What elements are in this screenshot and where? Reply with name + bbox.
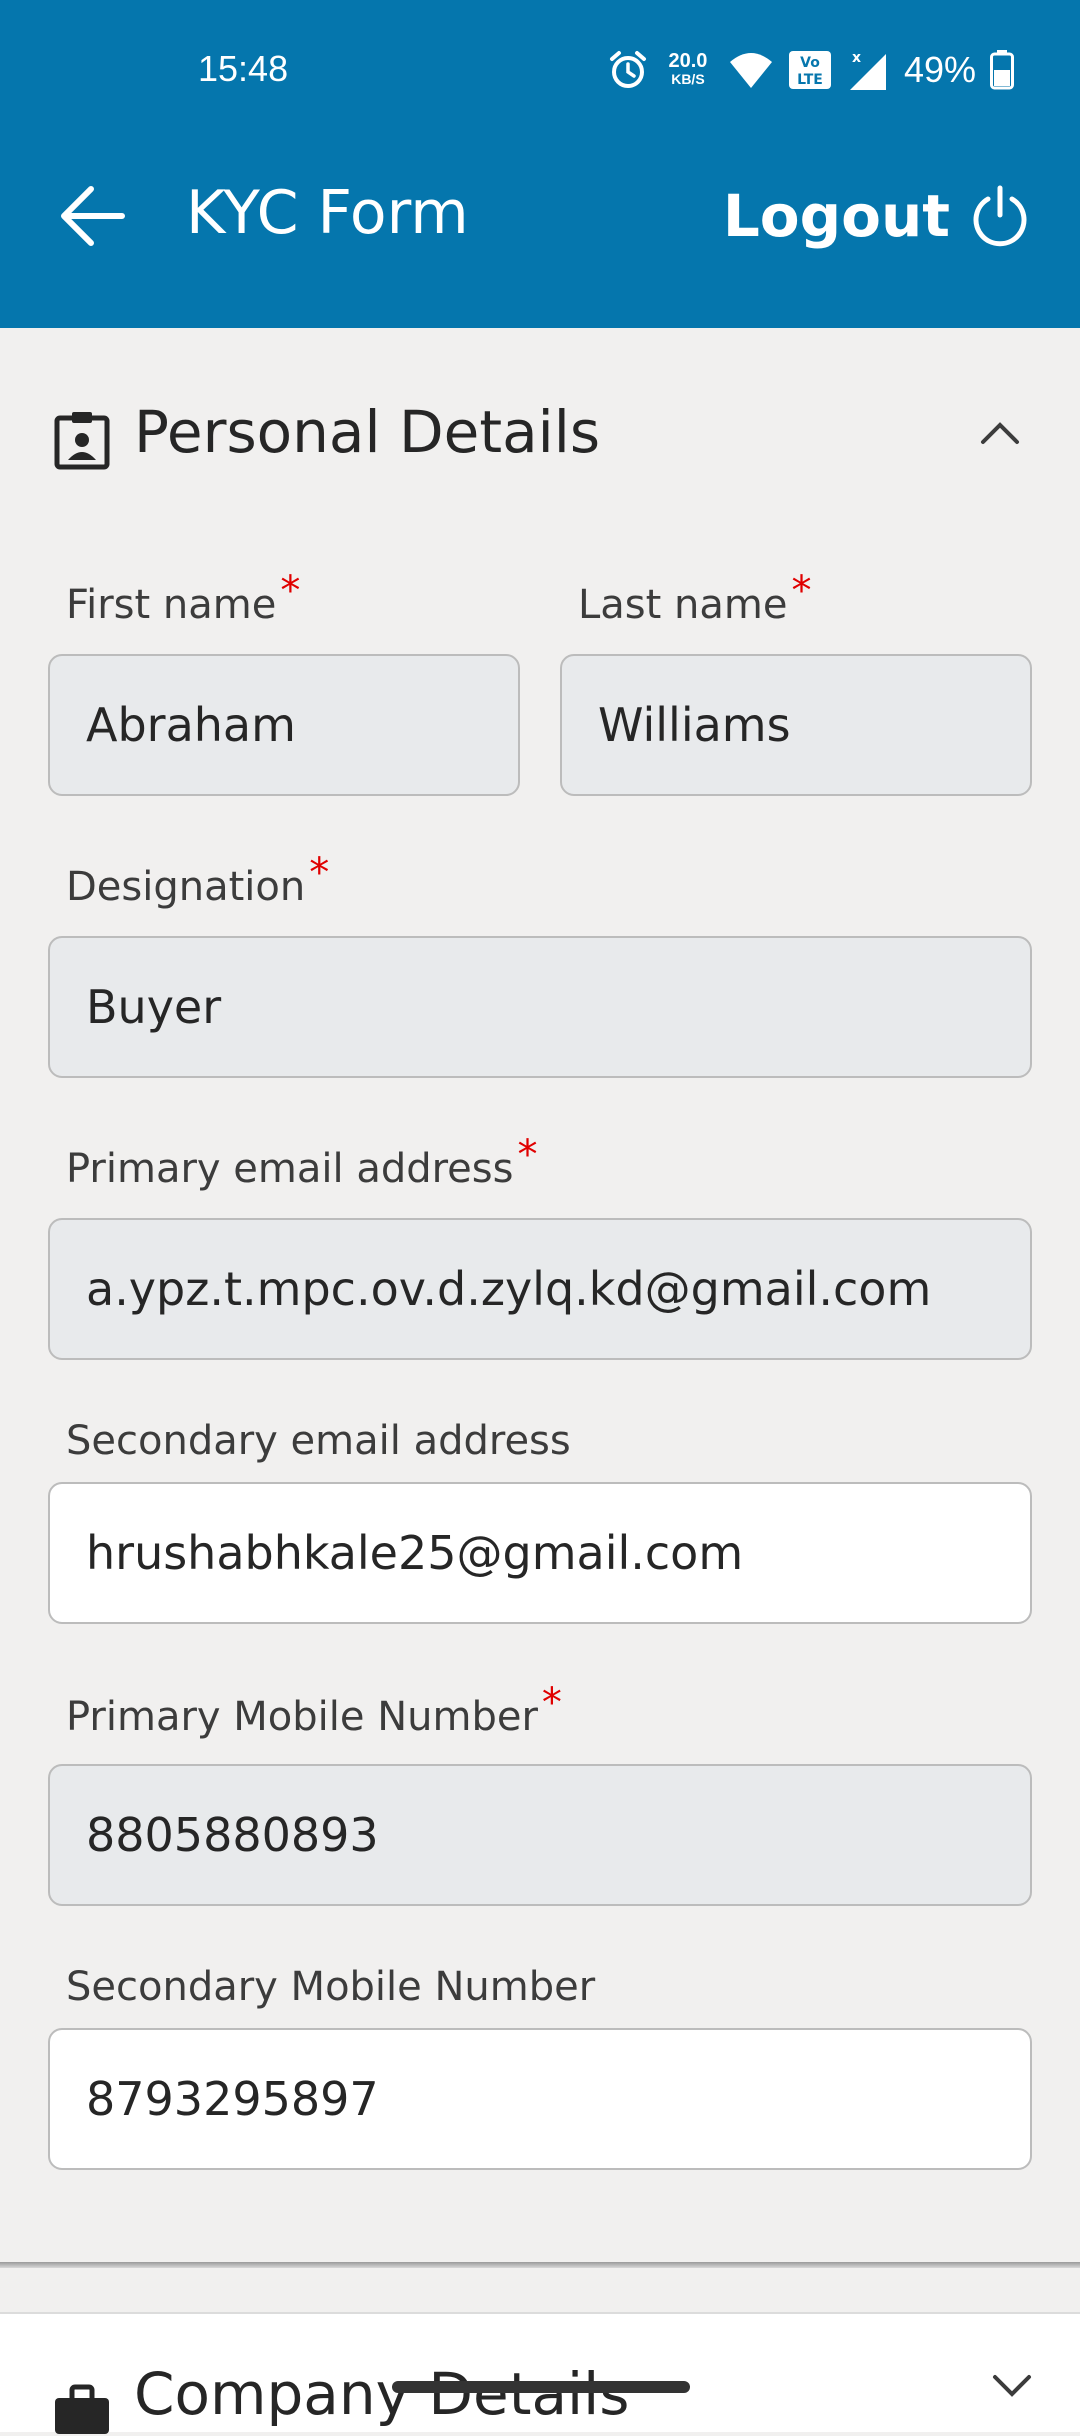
battery-percent: 49% bbox=[903, 49, 976, 90]
secondary-mobile-field[interactable]: 8793295897 bbox=[48, 2028, 1032, 2170]
last-name-label-text: Last name bbox=[578, 582, 788, 628]
first-name-label-text: First name bbox=[66, 582, 277, 628]
secondary-email-field[interactable]: hrushabhkale25@gmail.com bbox=[48, 1482, 1032, 1624]
required-mark: * bbox=[309, 850, 330, 896]
primary-email-label: Primary email address * bbox=[66, 1132, 537, 1192]
primary-email-field[interactable]: a.ypz.t.mpc.ov.d.zylq.kd@gmail.com bbox=[48, 1218, 1032, 1360]
secondary-mobile-value: 8793295897 bbox=[86, 2072, 379, 2126]
section-divider bbox=[0, 2262, 1080, 2268]
arrow-left-icon bbox=[61, 186, 125, 246]
first-name-field[interactable]: Abraham bbox=[48, 654, 520, 796]
alarm-icon bbox=[609, 51, 646, 88]
svg-text:Vo: Vo bbox=[800, 55, 820, 71]
first-name-label: First name * bbox=[66, 568, 300, 628]
secondary-mobile-label-text: Secondary Mobile Number bbox=[66, 1964, 596, 2010]
toolbar: KYC Form Logout bbox=[0, 150, 1080, 280]
primary-mobile-label: Primary Mobile Number * bbox=[66, 1680, 562, 1740]
section-title: Personal Details bbox=[134, 398, 601, 466]
company-details-header[interactable]: Company Details bbox=[0, 2312, 1080, 2434]
last-name-value: Williams bbox=[598, 698, 791, 752]
primary-email-value: a.ypz.t.mpc.ov.d.zylq.kd@gmail.com bbox=[86, 1262, 932, 1316]
id-badge-icon bbox=[54, 412, 110, 470]
logout-button[interactable]: Logout bbox=[723, 174, 1028, 258]
primary-mobile-field[interactable]: 8805880893 bbox=[48, 1764, 1032, 1906]
back-button[interactable] bbox=[50, 174, 134, 258]
briefcase-icon bbox=[55, 2384, 109, 2434]
power-icon bbox=[973, 185, 1027, 247]
collapse-button[interactable] bbox=[968, 400, 1032, 464]
last-name-field[interactable]: Williams bbox=[560, 654, 1032, 796]
chevron-down-icon[interactable] bbox=[992, 2374, 1032, 2400]
primary-mobile-label-text: Primary Mobile Number bbox=[66, 1694, 538, 1740]
personal-details-header[interactable]: Personal Details bbox=[0, 378, 1080, 498]
net-speed-unit: KB/S bbox=[671, 71, 705, 87]
svg-text:LTE: LTE bbox=[797, 72, 823, 88]
primary-mobile-value: 8805880893 bbox=[86, 1808, 379, 1862]
designation-label: Designation * bbox=[66, 850, 329, 910]
wifi-icon bbox=[729, 53, 772, 88]
net-speed: 20.0 KB/S bbox=[662, 50, 714, 88]
app-bar: 15:48 20.0 KB/S Vo LTE x 49% KYC Form Lo… bbox=[0, 0, 1080, 328]
designation-label-text: Designation bbox=[66, 864, 306, 910]
net-speed-value: 20.0 bbox=[668, 50, 708, 72]
required-mark: * bbox=[517, 1132, 538, 1178]
signal-icon: x bbox=[849, 50, 886, 90]
svg-text:x: x bbox=[852, 50, 861, 66]
secondary-email-label: Secondary email address bbox=[66, 1418, 571, 1464]
chevron-up-icon bbox=[981, 422, 1019, 444]
company-section-title: Company Details bbox=[134, 2360, 630, 2428]
status-time: 15:48 bbox=[198, 48, 289, 89]
page-title: KYC Form bbox=[186, 178, 469, 248]
designation-value: Buyer bbox=[86, 980, 222, 1034]
first-name-value: Abraham bbox=[86, 698, 296, 752]
last-name-label: Last name * bbox=[578, 568, 811, 628]
status-icons: 20.0 KB/S Vo LTE x 49% bbox=[608, 46, 1014, 94]
primary-email-label-text: Primary email address bbox=[66, 1146, 514, 1192]
secondary-email-label-text: Secondary email address bbox=[66, 1418, 571, 1464]
required-mark: * bbox=[280, 568, 301, 614]
battery-icon bbox=[990, 50, 1014, 90]
logout-label: Logout bbox=[722, 182, 950, 250]
secondary-email-value: hrushabhkale25@gmail.com bbox=[86, 1526, 744, 1580]
secondary-mobile-label: Secondary Mobile Number bbox=[66, 1964, 595, 2010]
required-mark: * bbox=[791, 568, 812, 614]
designation-field[interactable]: Buyer bbox=[48, 936, 1032, 1078]
required-mark: * bbox=[541, 1680, 562, 1726]
volte-icon: Vo LTE bbox=[788, 51, 831, 89]
home-indicator[interactable] bbox=[392, 2381, 690, 2393]
status-bar: 15:48 20.0 KB/S Vo LTE x 49% bbox=[0, 0, 1080, 140]
